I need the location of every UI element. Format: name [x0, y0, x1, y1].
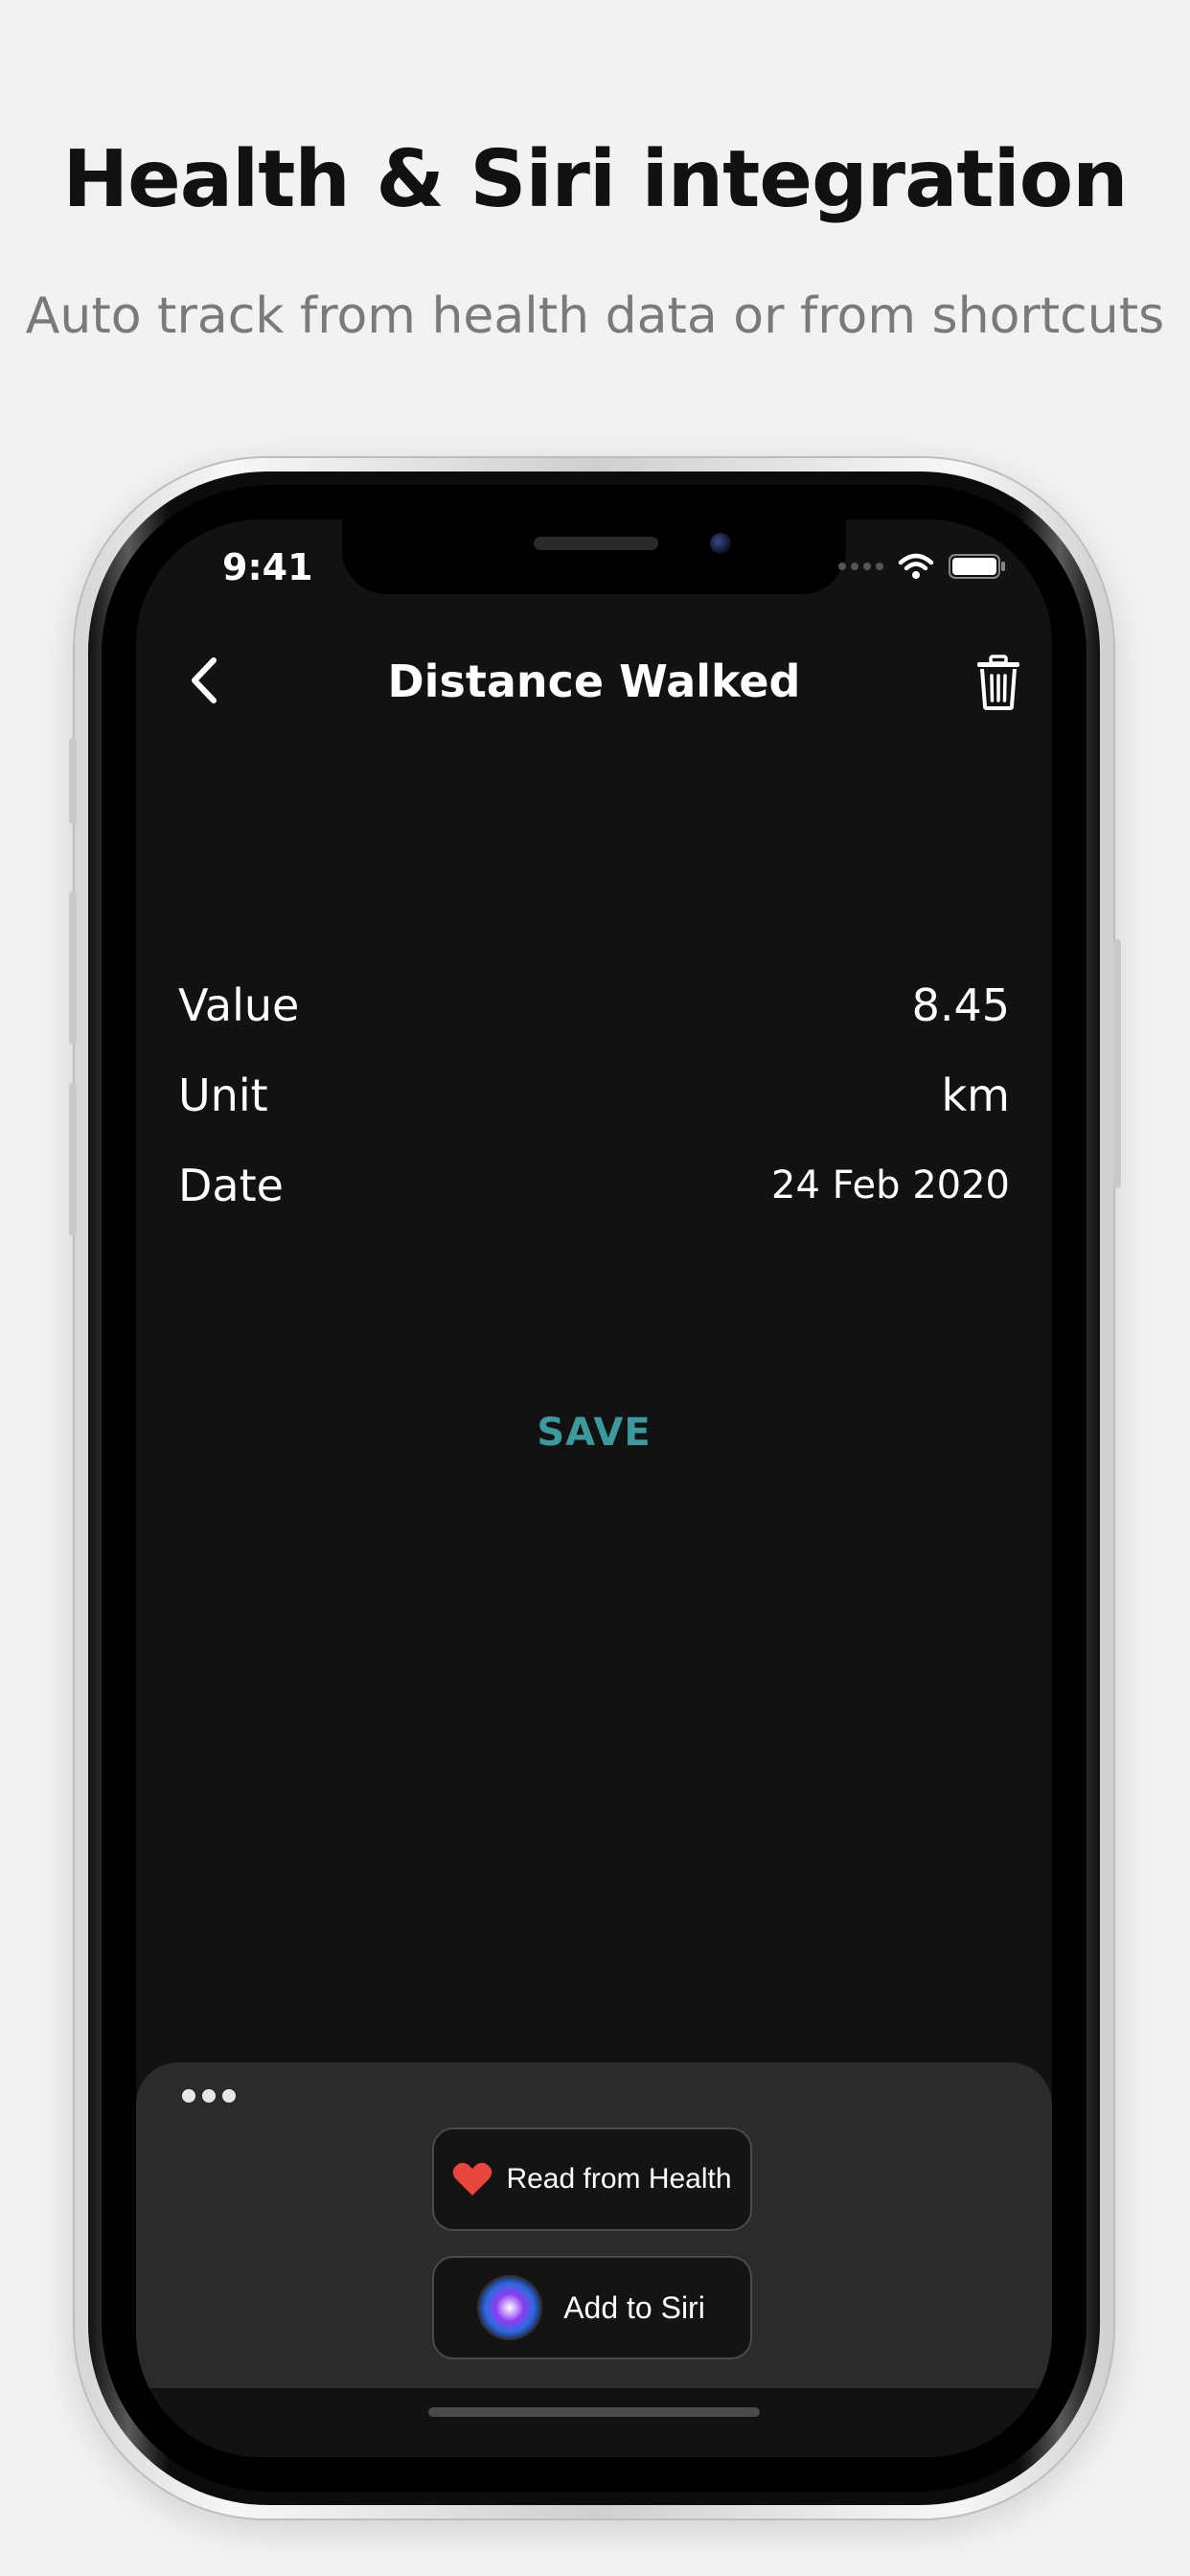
value-field[interactable]: 8.45 — [912, 979, 1010, 1031]
status-icons — [838, 552, 1006, 581]
add-to-siri-label: Add to Siri — [563, 2289, 705, 2325]
read-from-health-label: Read from Health — [506, 2163, 732, 2195]
unit-field[interactable]: km — [942, 1070, 1010, 1121]
value-label: Value — [178, 979, 300, 1031]
battery-icon — [949, 553, 1006, 580]
heart-icon — [453, 2162, 492, 2196]
home-indicator[interactable] — [428, 2407, 760, 2417]
more-dots-icon[interactable] — [182, 2089, 236, 2103]
wifi-icon — [897, 552, 935, 581]
trash-icon — [977, 655, 1019, 710]
delete-button[interactable] — [970, 654, 1027, 711]
front-camera — [710, 533, 731, 554]
siri-icon — [479, 2277, 541, 2338]
value-row[interactable]: Value 8.45 — [178, 979, 1010, 1031]
date-field[interactable]: 24 Feb 2020 — [771, 1163, 1010, 1208]
page-title: Distance Walked — [387, 656, 801, 707]
date-label: Date — [178, 1160, 284, 1211]
power-button — [1113, 939, 1121, 1188]
unit-label: Unit — [178, 1070, 268, 1121]
volume-up-button — [69, 891, 77, 1045]
unit-row[interactable]: Unit km — [178, 1070, 1010, 1121]
date-row[interactable]: Date 24 Feb 2020 — [178, 1160, 1010, 1211]
silent-switch — [69, 738, 77, 824]
phone-screen: 9:41 Distance Walked Value 8.45 Unit km … — [136, 519, 1052, 2457]
bottom-strip — [136, 2388, 1052, 2457]
promo-headline: Health & Siri integration — [62, 134, 1129, 225]
read-from-health-button[interactable]: Read from Health — [432, 2128, 752, 2231]
volume-down-button — [69, 1083, 77, 1236]
notch — [342, 519, 846, 594]
add-to-siri-button[interactable]: Add to Siri — [432, 2256, 752, 2359]
save-button[interactable]: SAVE — [136, 1411, 1052, 1455]
promo-subhead: Auto track from health data or from shor… — [25, 288, 1165, 345]
speaker-grille — [534, 537, 658, 550]
signal-dots-icon — [838, 563, 883, 570]
shortcuts-panel: Read from Health Add to Siri — [136, 2062, 1052, 2388]
status-time: 9:41 — [222, 546, 313, 588]
